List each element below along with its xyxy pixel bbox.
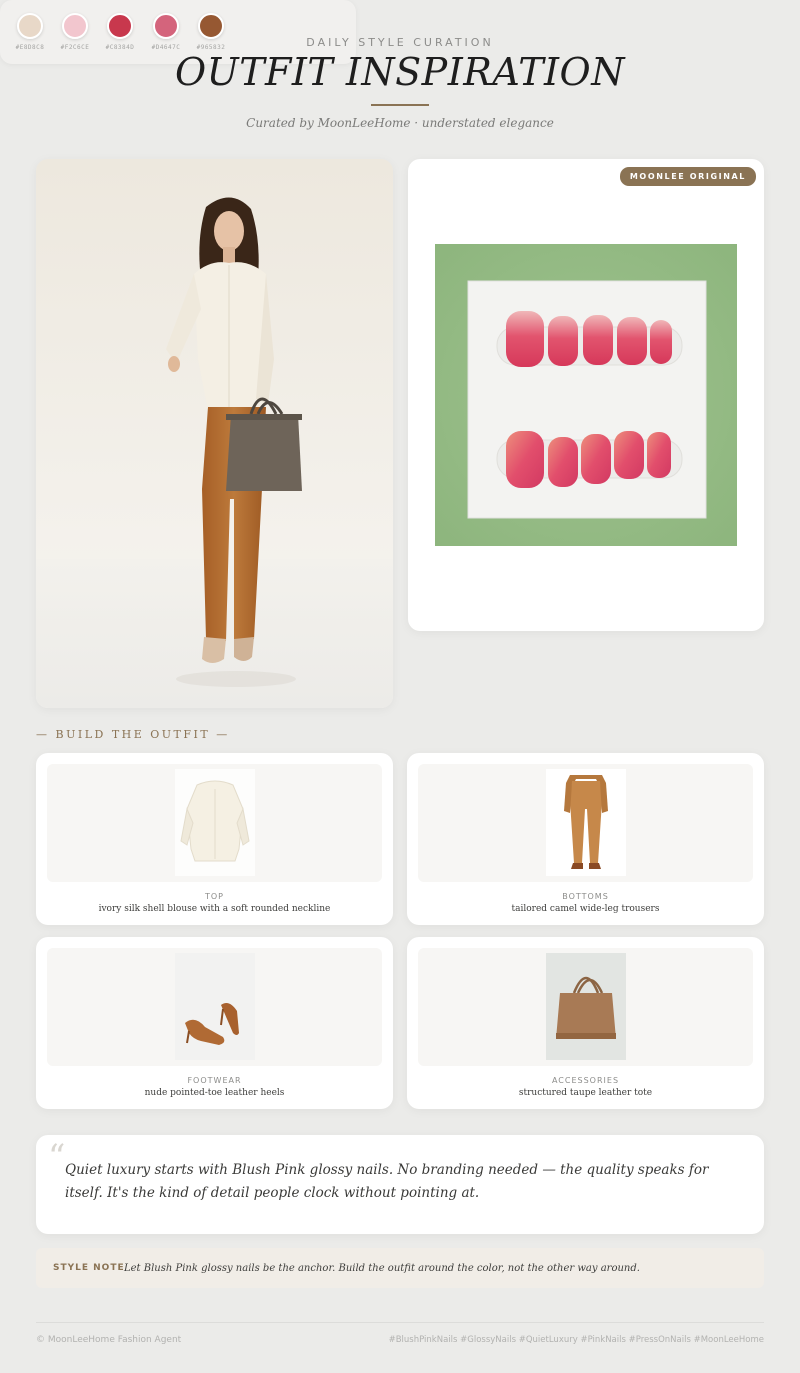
image-well (47, 764, 382, 882)
quote-text: Quiet luxury starts with Blush Pink glos… (65, 1162, 709, 1201)
outfit-card-top[interactable]: TOP ivory silk shell blouse with a soft … (36, 753, 393, 925)
swatch[interactable] (107, 13, 133, 39)
outfit-description: tailored camel wide-leg trousers (511, 904, 660, 914)
image-well (47, 948, 382, 1066)
outfit-category: TOP (204, 892, 224, 901)
swatch[interactable] (153, 13, 179, 39)
outfit-description: nude pointed-toe leather heels (144, 1088, 285, 1098)
press-on-nails-photo (435, 244, 737, 546)
swatch[interactable] (62, 13, 88, 39)
outfit-category: FOOTWEAR (187, 1076, 242, 1085)
title-divider (371, 104, 429, 106)
outfit-description: ivory silk shell blouse with a soft roun… (98, 904, 331, 914)
brand-badge: MOONLEE ORIGINAL (619, 167, 756, 186)
outfit-card-footwear[interactable]: FOOTWEAR nude pointed-toe leather heels (36, 937, 393, 1109)
model-illustration (36, 197, 393, 708)
swatch-label: #965832 (196, 44, 226, 51)
tote-image (546, 953, 626, 1060)
blouse-image (175, 769, 255, 876)
swatch-label: #C8384D (105, 44, 135, 51)
outfit-category: ACCESSORIES (551, 1076, 620, 1085)
footer-divider (36, 1322, 764, 1323)
swatch-label: #F2C6CE (60, 44, 90, 51)
product-card[interactable]: MOONLEE ORIGINAL (408, 159, 764, 631)
model-photo (36, 159, 393, 708)
style-note: STYLE NOTE Let Blush Pink glossy nails b… (36, 1248, 764, 1288)
outfit-card-bottoms[interactable]: BOTTOMS tailored camel wide-leg trousers (407, 753, 764, 925)
outfit-category: BOTTOMS (562, 892, 609, 901)
swatch[interactable] (198, 13, 224, 39)
style-note-label: STYLE NOTE (53, 1263, 125, 1273)
heels-image (175, 953, 255, 1060)
swatch[interactable] (17, 13, 43, 39)
footer-hashtags: #BlushPinkNails #GlossyNails #QuietLuxur… (388, 1335, 764, 1345)
nail-set-illustration (467, 280, 707, 519)
style-note-text: Let Blush Pink glossy nails be the ancho… (124, 1263, 640, 1274)
page-title: OUTFIT INSPIRATION (175, 50, 625, 94)
outfit-card-accessories[interactable]: ACCESSORIES structured taupe leather tot… (407, 937, 764, 1109)
image-well (418, 948, 753, 1066)
swatch-label: #D4647C (151, 44, 181, 51)
outfit-description: structured taupe leather tote (518, 1088, 653, 1098)
quote-mark-icon: “ (48, 1137, 66, 1177)
footer-copyright: © MoonLeeHome Fashion Agent (36, 1335, 182, 1345)
image-well (418, 764, 753, 882)
trousers-image (546, 769, 626, 876)
quote-card: “ Quiet luxury starts with Blush Pink gl… (36, 1135, 764, 1234)
page-subtitle: Curated by MoonLeeHome · understated ele… (246, 116, 554, 130)
build-outfit-heading: — BUILD THE OUTFIT — (36, 728, 230, 741)
swatch-label: #E8D8C8 (15, 44, 45, 51)
